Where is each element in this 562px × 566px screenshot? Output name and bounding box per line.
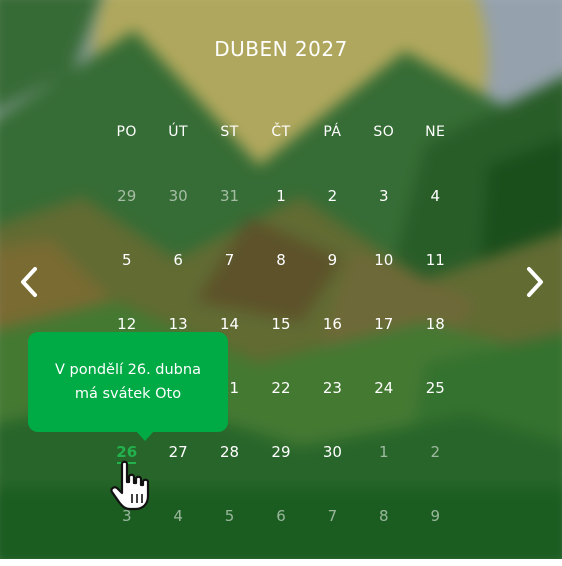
calendar-day[interactable]: 6: [255, 502, 306, 530]
calendar-day[interactable]: 5: [204, 502, 255, 530]
calendar-day[interactable]: 7: [204, 246, 255, 274]
tooltip-line-2: má svátek Oto: [74, 386, 182, 402]
calendar-day[interactable]: 4: [152, 502, 203, 530]
calendar-day[interactable]: 6: [152, 246, 203, 274]
tooltip-arrow: [136, 431, 154, 441]
calendar-day[interactable]: 29: [101, 182, 152, 210]
prev-month-button[interactable]: [12, 262, 46, 302]
tooltip-line-1: V pondělí 26. dubna: [55, 362, 201, 378]
calendar-day[interactable]: 25: [410, 374, 461, 402]
calendar-day[interactable]: 31: [204, 182, 255, 210]
weekday-label: ÚT: [168, 124, 189, 140]
calendar-day[interactable]: 28: [204, 438, 255, 466]
calendar-day[interactable]: 7: [307, 502, 358, 530]
calendar-day[interactable]: 22: [255, 374, 306, 402]
weekday-header: PO ÚT ST ČT PÁ SO NE: [101, 118, 461, 146]
calendar-day[interactable]: 5: [101, 246, 152, 274]
calendar-day[interactable]: 3: [358, 182, 409, 210]
next-month-button[interactable]: [518, 262, 552, 302]
weekday-label: PÁ: [323, 124, 342, 140]
calendar-day[interactable]: 9: [410, 502, 461, 530]
calendar-day[interactable]: 8: [358, 502, 409, 530]
weekday-label: SO: [373, 124, 395, 140]
calendar-day[interactable]: 16: [307, 310, 358, 338]
calendar-day[interactable]: 27: [152, 438, 203, 466]
weekday-label: NE: [425, 124, 446, 140]
chevron-left-icon: [21, 267, 37, 297]
calendar-day[interactable]: 17: [358, 310, 409, 338]
calendar-day[interactable]: 1: [358, 438, 409, 466]
calendar-week-row: 5 6 7 8 9 10 11: [101, 246, 461, 310]
calendar-day[interactable]: 4: [410, 182, 461, 210]
calendar-day[interactable]: 1: [255, 182, 306, 210]
chevron-right-icon: [527, 267, 543, 297]
weekday-label: PO: [116, 124, 137, 140]
calendar-day[interactable]: 24: [358, 374, 409, 402]
calendar-day[interactable]: 29: [255, 438, 306, 466]
calendar-day[interactable]: 8: [255, 246, 306, 274]
calendar-day[interactable]: 11: [410, 246, 461, 274]
calendar-day[interactable]: 2: [410, 438, 461, 466]
calendar-day[interactable]: 15: [255, 310, 306, 338]
weekday-label: ST: [220, 124, 239, 140]
month-title: DUBEN 2027: [214, 37, 348, 61]
nameday-tooltip: V pondělí 26. dubna má svátek Oto: [28, 332, 228, 441]
hand-pointer-icon: [110, 460, 150, 511]
calendar-day[interactable]: 30: [152, 182, 203, 210]
calendar-day[interactable]: 30: [307, 438, 358, 466]
weekday-label: ČT: [271, 124, 291, 140]
calendar-day[interactable]: 23: [307, 374, 358, 402]
calendar-day[interactable]: 9: [307, 246, 358, 274]
calendar-day[interactable]: 18: [410, 310, 461, 338]
calendar-week-row: 29 30 31 1 2 3 4: [101, 182, 461, 246]
calendar-day[interactable]: 10: [358, 246, 409, 274]
calendar-day[interactable]: 2: [307, 182, 358, 210]
